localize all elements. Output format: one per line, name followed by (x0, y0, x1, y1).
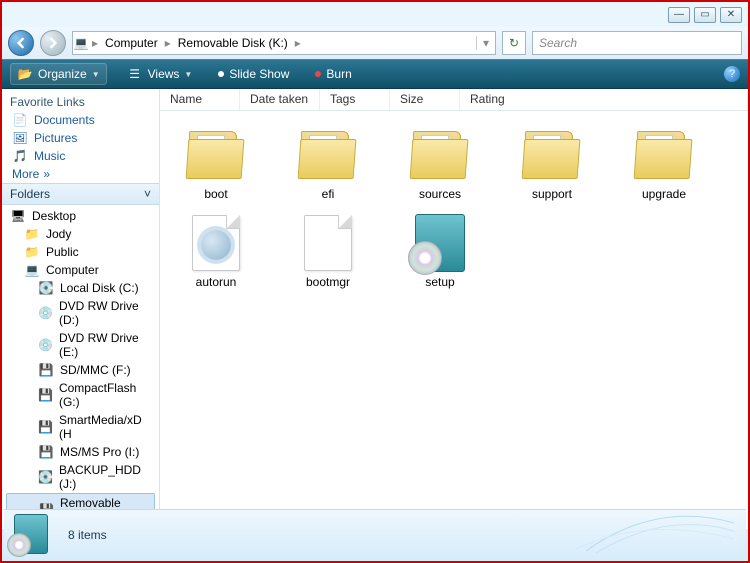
tree-icon: 💿 (38, 306, 53, 320)
favorites-more[interactable]: More» (2, 165, 159, 183)
folder-icon (629, 123, 699, 187)
search-input[interactable]: Search (532, 31, 742, 55)
folder-item[interactable]: boot (170, 123, 262, 201)
item-label: support (532, 187, 572, 201)
chevron-down-icon: ˅ (144, 187, 151, 201)
tree-node[interactable]: 📁Jody (2, 225, 159, 243)
item-label: autorun (196, 275, 237, 289)
tree-node[interactable]: 💾CompactFlash (G:) (2, 379, 159, 411)
file-item[interactable]: setup (394, 211, 486, 289)
tree-node[interactable]: 💾MS/MS Pro (I:) (2, 443, 159, 461)
file-item[interactable]: autorun (170, 211, 262, 289)
tree-icon: 💻 (24, 263, 40, 277)
tree-icon: 🖥 (10, 209, 26, 223)
folder-icon (181, 123, 251, 187)
status-bar: 8 items (4, 509, 746, 559)
item-label: setup (425, 275, 454, 289)
item-label: sources (419, 187, 461, 201)
tree-node[interactable]: 💾SmartMedia/xD (H (2, 411, 159, 443)
refresh-button[interactable]: ↻ (502, 31, 526, 55)
favorites-header: Favorite Links (2, 89, 159, 111)
organize-icon: 📂 (17, 67, 33, 81)
burn-icon (315, 71, 321, 77)
breadcrumb-sep: ▸ (92, 36, 98, 50)
file-item[interactable]: bootmgr (282, 211, 374, 289)
folder-icon (517, 123, 587, 187)
tree-node[interactable]: 💾SD/MMC (F:) (2, 361, 159, 379)
item-label: boot (204, 187, 227, 201)
views-icon: ☰ (127, 67, 143, 81)
tree-node[interactable]: 💿DVD RW Drive (D:) (2, 297, 159, 329)
address-bar[interactable]: 💻 ▸ Computer ▸ Removable Disk (K:) ▸ ▾ (72, 31, 496, 55)
tree-icon: 💿 (38, 338, 53, 352)
file-grid: boot efi sources support upgrade autorun bootm… (160, 111, 748, 529)
folder-item[interactable]: upgrade (618, 123, 710, 201)
fav-icon: 🎵 (12, 149, 28, 163)
col-tags[interactable]: Tags (320, 89, 390, 110)
burn-button[interactable]: Burn (309, 64, 357, 84)
navbar: 💻 ▸ Computer ▸ Removable Disk (K:) ▸ ▾ ↻… (2, 27, 748, 59)
col-date[interactable]: Date taken (240, 89, 320, 110)
tree-icon: 💽 (38, 281, 54, 295)
back-button[interactable] (8, 30, 34, 56)
col-rating[interactable]: Rating (460, 89, 748, 110)
item-label: bootmgr (306, 275, 350, 289)
help-button[interactable]: ? (724, 66, 740, 82)
organize-button[interactable]: 📂 Organize▼ (10, 63, 107, 85)
item-label: efi (322, 187, 335, 201)
tree-icon: 💾 (38, 388, 53, 402)
column-headers: Name Date taken Tags Size Rating (160, 89, 748, 111)
toolbar: 📂 Organize▼ ☰ Views▼ Slide Show Burn ? (2, 59, 748, 89)
tree-node[interactable]: 💽BACKUP_HDD (J:) (2, 461, 159, 493)
maximize-button[interactable]: ▭ (694, 7, 716, 23)
folder-item[interactable]: support (506, 123, 598, 201)
favorite-link[interactable]: 🎵Music (2, 147, 159, 165)
folder-item[interactable]: efi (282, 123, 374, 201)
tree-node[interactable]: 📁Public (2, 243, 159, 261)
file-icon (293, 211, 363, 275)
folders-header[interactable]: Folders ˅ (2, 183, 159, 205)
item-label: upgrade (642, 187, 686, 201)
minimize-button[interactable]: — (668, 7, 690, 23)
close-button[interactable]: ✕ (720, 7, 742, 23)
tree-icon: 💾 (38, 445, 54, 459)
folder-tree: 🖥Desktop📁Jody📁Public💻Computer💽Local Disk… (2, 205, 159, 529)
views-button[interactable]: ☰ Views▼ (121, 64, 199, 84)
col-name[interactable]: Name (160, 89, 240, 110)
slideshow-icon (218, 71, 224, 77)
tree-icon: 💾 (38, 420, 53, 434)
col-size[interactable]: Size (390, 89, 460, 110)
slideshow-button[interactable]: Slide Show (212, 64, 295, 84)
computer-icon: 💻 (73, 36, 89, 50)
navigation-pane: Favorite Links 📄Documents🖼Pictures🎵Music… (2, 89, 160, 529)
address-dropdown[interactable]: ▾ (476, 36, 495, 50)
setup-icon (405, 211, 475, 275)
content-pane: Name Date taken Tags Size Rating boot efi… (160, 89, 748, 529)
autorun-icon (181, 211, 251, 275)
tree-node[interactable]: 💽Local Disk (C:) (2, 279, 159, 297)
favorite-link[interactable]: 📄Documents (2, 111, 159, 129)
tree-icon: 💾 (38, 363, 54, 377)
tree-node[interactable]: 🖥Desktop (2, 207, 159, 225)
decoration (576, 511, 736, 555)
tree-icon: 💽 (38, 470, 53, 484)
breadcrumb-computer[interactable]: Computer (101, 36, 162, 50)
fav-icon: 🖼 (12, 131, 28, 145)
status-count: 8 items (68, 528, 107, 542)
tree-node[interactable]: 💿DVD RW Drive (E:) (2, 329, 159, 361)
favorite-link[interactable]: 🖼Pictures (2, 129, 159, 147)
tree-icon: 📁 (24, 227, 40, 241)
tree-node[interactable]: 💻Computer (2, 261, 159, 279)
titlebar: — ▭ ✕ (2, 2, 748, 27)
folder-icon (293, 123, 363, 187)
folder-item[interactable]: sources (394, 123, 486, 201)
tree-icon: 📁 (24, 245, 40, 259)
status-thumb (14, 514, 56, 556)
breadcrumb-removable-disk[interactable]: Removable Disk (K:) (174, 36, 292, 50)
main: Favorite Links 📄Documents🖼Pictures🎵Music… (2, 89, 748, 529)
fav-icon: 📄 (12, 113, 28, 127)
folder-icon (405, 123, 475, 187)
forward-button[interactable] (40, 30, 66, 56)
